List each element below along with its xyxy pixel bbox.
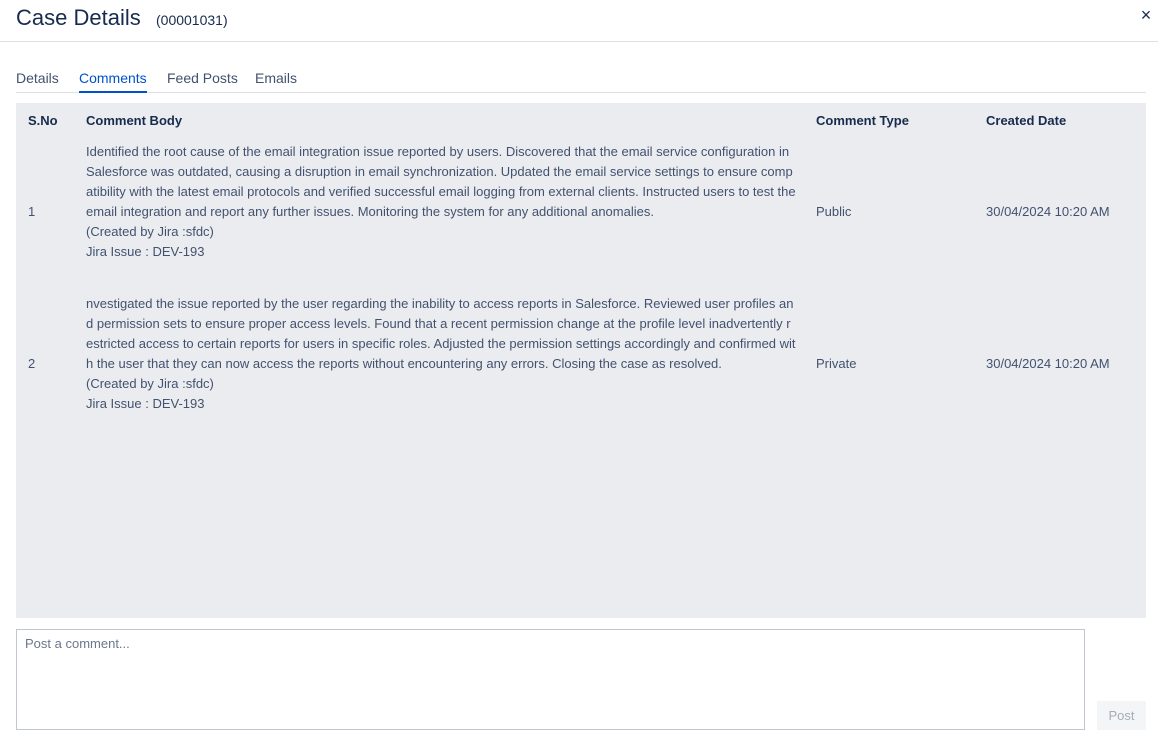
- created-date: 30/04/2024 10:20 AM: [986, 356, 1110, 371]
- tab-bar: Details Comments Feed Posts Emails: [16, 70, 1146, 93]
- table-row: 1 Identified the root cause of the email…: [16, 142, 1146, 282]
- tab-comments[interactable]: Comments: [79, 70, 147, 93]
- comment-body: Identified the root cause of the email i…: [86, 144, 796, 259]
- tab-feed-posts[interactable]: Feed Posts: [167, 70, 238, 93]
- comment-body: nvestigated the issue reported by the us…: [86, 296, 796, 411]
- tab-details[interactable]: Details: [16, 70, 59, 93]
- tab-emails[interactable]: Emails: [255, 70, 297, 93]
- column-header-sno: S.No: [28, 113, 58, 128]
- column-header-comment-body: Comment Body: [86, 113, 183, 128]
- table-row: 2 nvestigated the issue reported by the …: [16, 294, 1146, 434]
- comment-type: Private: [816, 356, 857, 371]
- comment-input[interactable]: [16, 629, 1085, 730]
- post-button[interactable]: Post: [1097, 701, 1146, 730]
- page-title: Case Details: [16, 5, 141, 30]
- comments-table: S.No Comment Body Comment Type Created D…: [16, 103, 1146, 618]
- column-header-comment-type: Comment Type: [816, 113, 909, 128]
- close-icon[interactable]: ×: [1138, 5, 1154, 25]
- comment-type: Public: [816, 204, 852, 219]
- modal-header: Case Details (00001031) ×: [0, 0, 1158, 42]
- column-header-created-date: Created Date: [986, 113, 1067, 128]
- case-number: (00001031): [156, 12, 228, 28]
- row-sno: 1: [28, 204, 36, 219]
- created-date: 30/04/2024 10:20 AM: [986, 204, 1110, 219]
- row-sno: 2: [28, 356, 36, 371]
